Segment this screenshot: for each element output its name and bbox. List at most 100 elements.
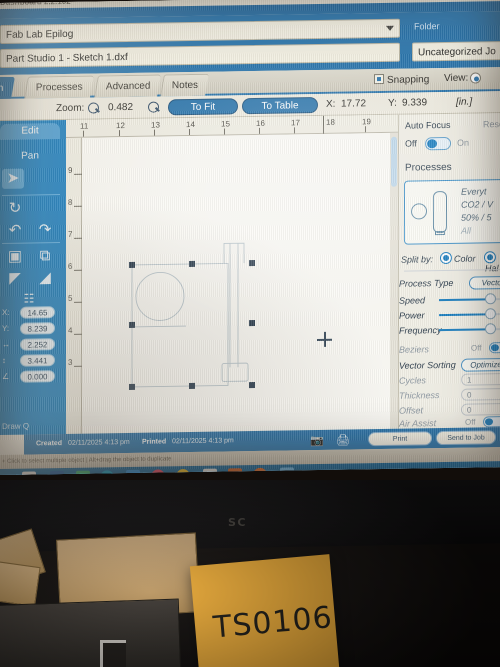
selection-handle[interactable] xyxy=(189,382,195,390)
taskbar-icon-media[interactable] xyxy=(151,469,165,475)
process-card[interactable]: Everyt CO2 / V 50% / 5 All xyxy=(404,178,500,245)
tab-advanced[interactable]: Advanced xyxy=(94,74,162,98)
toolbar-tab-pan[interactable]: Pan xyxy=(0,148,60,165)
design-canvas[interactable]: 11 12 13 14 15 16 17 18 19 9 8 7 6 5 4 3 xyxy=(66,114,398,434)
ruler-tick xyxy=(323,115,324,134)
beziers-toggle[interactable] xyxy=(489,341,500,354)
taskbar-icon-app[interactable] xyxy=(126,469,140,475)
ruler-tick xyxy=(74,333,82,335)
radio-icon xyxy=(470,72,481,84)
folder-input[interactable]: Uncategorized Jo xyxy=(412,41,500,62)
tab-design[interactable]: n xyxy=(0,76,15,100)
zoom-label: Zoom: xyxy=(56,102,85,115)
slider-knob[interactable] xyxy=(485,293,496,305)
photo-of-monitor: Dashboard 2.2.102 Fab Lab Epilog Folder … xyxy=(0,0,500,667)
offset-label: Offset xyxy=(399,405,424,416)
frequency-slider[interactable] xyxy=(439,323,500,335)
rotate-icon[interactable]: ↻ xyxy=(4,199,26,219)
air-assist-state-label: Off xyxy=(465,417,476,427)
tab-processes-label: Processes xyxy=(35,81,83,94)
air-assist-label: Air Assist xyxy=(399,418,437,429)
y-position-field[interactable]: 8.239 xyxy=(20,322,55,335)
split-by-color-radio[interactable]: Color xyxy=(441,252,476,265)
camera-icon[interactable]: 📷 xyxy=(310,434,324,447)
flip-vertical-icon[interactable]: ◢ xyxy=(34,268,56,288)
selection-handle[interactable] xyxy=(129,383,135,390)
ruler-tick-label: 9 xyxy=(68,165,73,175)
selection-handle[interactable] xyxy=(129,321,135,328)
auto-focus-toggle[interactable] xyxy=(425,136,451,151)
process-type-select[interactable]: Vector xyxy=(469,275,500,290)
box-logo xyxy=(100,640,126,667)
angle-label: ∠ xyxy=(2,371,10,381)
flip-horizontal-icon[interactable]: ◤ xyxy=(4,269,26,289)
taskbar-icon-explorer[interactable] xyxy=(76,470,90,475)
speed-slider[interactable] xyxy=(439,293,500,305)
canvas-scrollbar[interactable] xyxy=(390,132,398,429)
scrollbar-thumb[interactable] xyxy=(391,136,397,187)
slider-knob[interactable] xyxy=(485,323,496,335)
to-table-button[interactable]: To Table xyxy=(242,97,318,115)
offset-input[interactable]: 0 xyxy=(461,402,500,416)
tab-processes[interactable]: Processes xyxy=(24,75,94,99)
lens-shape xyxy=(411,203,427,220)
toolbar-divider-2 xyxy=(2,242,60,244)
sticky-note: TS0106 xyxy=(189,554,341,667)
selection-handle[interactable] xyxy=(249,381,255,389)
machine-select[interactable]: Fab Lab Epilog xyxy=(0,18,400,44)
air-assist-toggle[interactable] xyxy=(483,416,500,428)
view-radio[interactable] xyxy=(470,72,481,84)
select-arrow-icon[interactable]: ➤ xyxy=(2,168,24,189)
redo-icon[interactable]: ↷ xyxy=(34,220,56,240)
angle-field[interactable]: 0.000 xyxy=(20,370,55,383)
radio-icon xyxy=(485,252,495,263)
cycles-input[interactable]: 1 xyxy=(461,372,500,386)
selection-handle[interactable] xyxy=(249,259,255,267)
ruler-tick-label: 13 xyxy=(151,120,160,130)
vector-sorting-select[interactable]: Optimize xyxy=(461,357,500,372)
undo-icon[interactable]: ↶ xyxy=(4,221,26,241)
taskbar-icon-search[interactable] xyxy=(50,470,64,475)
group-icon[interactable]: ▣ xyxy=(4,247,26,267)
ungroup-icon[interactable]: ⧉ xyxy=(34,246,56,266)
selection-handle[interactable] xyxy=(129,261,135,268)
selection-handle[interactable] xyxy=(249,319,255,327)
taskbar-icon-chrome[interactable] xyxy=(176,469,190,475)
toolbar-tab-edit[interactable]: Edit xyxy=(0,123,60,140)
left-toolbar: Edit Pan ➤ ↻ ↶ ↷ ▣ ⧉ ◤ ◢ ☷ X: 14.65 Y: 8… xyxy=(0,119,66,436)
taskbar-icon-firefox[interactable] xyxy=(253,467,267,475)
printed-label: Printed xyxy=(142,432,166,452)
ruler-tick xyxy=(74,173,82,175)
cycles-label: Cycles xyxy=(399,375,427,386)
x-position-field[interactable]: 14.65 xyxy=(20,306,55,319)
slider-knob[interactable] xyxy=(485,308,496,320)
vector-sorting-label: Vector Sorting xyxy=(399,359,456,371)
zoom-in-icon[interactable] xyxy=(148,101,160,113)
taskbar-icon-start[interactable] xyxy=(22,471,36,475)
print-preview-icon[interactable]: 🖨 xyxy=(336,434,350,447)
zoom-out-icon[interactable] xyxy=(88,102,100,114)
file-name-input[interactable]: Part Studio 1 - Sketch 1.dxf xyxy=(0,42,400,68)
selection-handle[interactable] xyxy=(189,260,195,268)
height-field[interactable]: 3.441 xyxy=(20,354,55,367)
send-to-job-button[interactable]: Send to Job xyxy=(436,430,496,446)
taskbar-icon-doc[interactable] xyxy=(203,468,217,475)
thickness-input[interactable]: 0 xyxy=(461,387,500,401)
snapping-checkbox[interactable]: Snapping xyxy=(374,73,429,86)
zoom-value[interactable]: 0.482 xyxy=(108,97,133,119)
y-position-label: Y: xyxy=(2,323,10,333)
width-field[interactable]: 2.252 xyxy=(20,338,55,351)
taskbar-icon-active-app[interactable] xyxy=(280,467,294,475)
draw-queue-label[interactable]: Draw Q xyxy=(2,422,29,431)
monitor-screen: Dashboard 2.2.102 Fab Lab Epilog Folder … xyxy=(0,0,500,475)
tab-notes[interactable]: Notes xyxy=(160,73,210,97)
power-slider[interactable] xyxy=(439,308,500,320)
toolbar-divider-1 xyxy=(2,194,60,196)
work-table[interactable] xyxy=(82,132,398,434)
chevron-down-icon xyxy=(386,25,394,31)
print-button[interactable]: Print xyxy=(368,431,432,447)
to-fit-button[interactable]: To Fit xyxy=(168,98,238,116)
taskbar-icon-illustrator[interactable] xyxy=(228,468,242,475)
process-card-line4: All xyxy=(461,225,472,236)
taskbar-icon-edge[interactable] xyxy=(100,470,114,475)
